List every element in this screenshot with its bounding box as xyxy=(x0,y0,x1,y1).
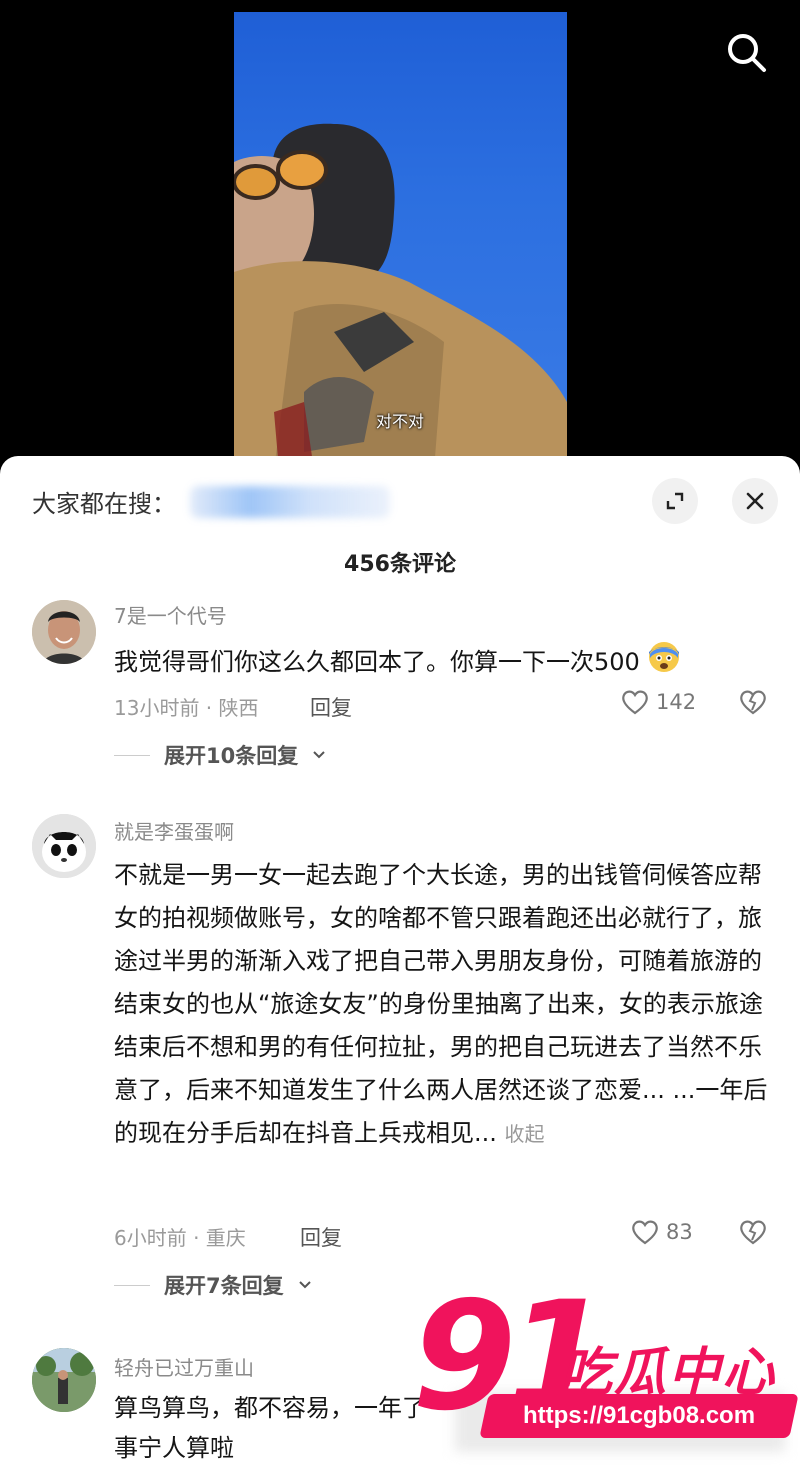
comment-username[interactable]: 轻舟已过万重山 xyxy=(114,1352,254,1381)
chevron-down-icon xyxy=(298,1281,311,1289)
reply-button[interactable]: 回复 xyxy=(310,692,352,722)
search-icon[interactable] xyxy=(722,28,770,76)
collapse-button[interactable]: 收起 xyxy=(505,1122,545,1146)
comment-text-content: 不就是一男一女一起去跑了个大长途，男的出钱管伺候答应帮女的拍视频做账号，女的啥都… xyxy=(114,861,768,1147)
watermark-url: https://91cgb08.com xyxy=(522,1402,756,1429)
comment-count: 456条评论 xyxy=(344,552,456,577)
video-subtitle: 对不对 xyxy=(376,412,425,431)
scared-face-emoji-icon xyxy=(647,640,681,686)
comment-item: 就是李蛋蛋啊 不就是一男一女一起去跑了个大长途，男的出钱管伺候答应帮女的拍视频做… xyxy=(0,812,800,1312)
reply-button[interactable]: 回复 xyxy=(300,1222,342,1252)
divider xyxy=(114,754,150,756)
close-button[interactable] xyxy=(732,478,778,524)
like-count: 83 xyxy=(666,1220,693,1244)
comment-time-location: 13小时前 · 陕西 xyxy=(114,696,259,720)
expand-icon xyxy=(666,492,684,510)
expand-replies-label: 展开7条回复 xyxy=(164,1274,284,1298)
avatar[interactable] xyxy=(32,814,96,878)
comment-text: 不就是一男一女一起去跑了个大长途，男的出钱管伺候答应帮女的拍视频做账号，女的啥都… xyxy=(114,854,774,1156)
dislike-button[interactable] xyxy=(738,1218,768,1250)
comment-text: 我觉得哥们你这么久都回本了。你算一下一次500 xyxy=(114,640,774,686)
expand-replies-button[interactable]: 展开7条回复 xyxy=(114,1270,312,1300)
comment-item: 7是一个代号 我觉得哥们你这么久都回本了。你算一下一次500 13小时前 · 陕… xyxy=(0,596,800,786)
dislike-button[interactable] xyxy=(738,688,768,720)
comment-sheet: 大家都在搜： 456条评论 7是一个代号 我觉得哥们你这么久都回本了。你算一下一… xyxy=(0,456,800,1465)
heart-icon xyxy=(622,690,648,715)
comment-username[interactable]: 就是李蛋蛋啊 xyxy=(114,816,234,845)
divider xyxy=(114,1284,150,1286)
video-frame[interactable] xyxy=(234,12,567,470)
comment-text-content: 我觉得哥们你这么久都回本了。你算一下一次500 xyxy=(114,648,640,676)
comment-username[interactable]: 7是一个代号 xyxy=(114,600,227,629)
video-player[interactable]: 对不对 xyxy=(0,0,800,470)
expand-replies-label: 展开10条回复 xyxy=(164,744,299,768)
broken-heart-icon xyxy=(740,1220,766,1245)
like-button[interactable]: 83 xyxy=(630,1218,693,1246)
like-button[interactable]: 142 xyxy=(620,688,696,716)
search-suggestion-label[interactable]: 大家都在搜： xyxy=(32,484,176,519)
search-suggestion-blurred[interactable] xyxy=(190,486,390,518)
expand-sheet-button[interactable] xyxy=(652,478,698,524)
heart-icon xyxy=(632,1220,658,1245)
avatar[interactable] xyxy=(32,1348,96,1412)
video-scene-illustration xyxy=(234,123,567,470)
like-count: 142 xyxy=(656,690,697,714)
close-icon xyxy=(746,492,764,510)
broken-heart-icon xyxy=(740,690,766,715)
comment-time-location: 6小时前 · 重庆 xyxy=(114,1226,246,1250)
expand-replies-button[interactable]: 展开10条回复 xyxy=(114,740,326,770)
avatar[interactable] xyxy=(32,600,96,664)
chevron-down-icon xyxy=(313,751,325,759)
watermark-url-badge: https://91cgb08.com xyxy=(479,1394,799,1438)
